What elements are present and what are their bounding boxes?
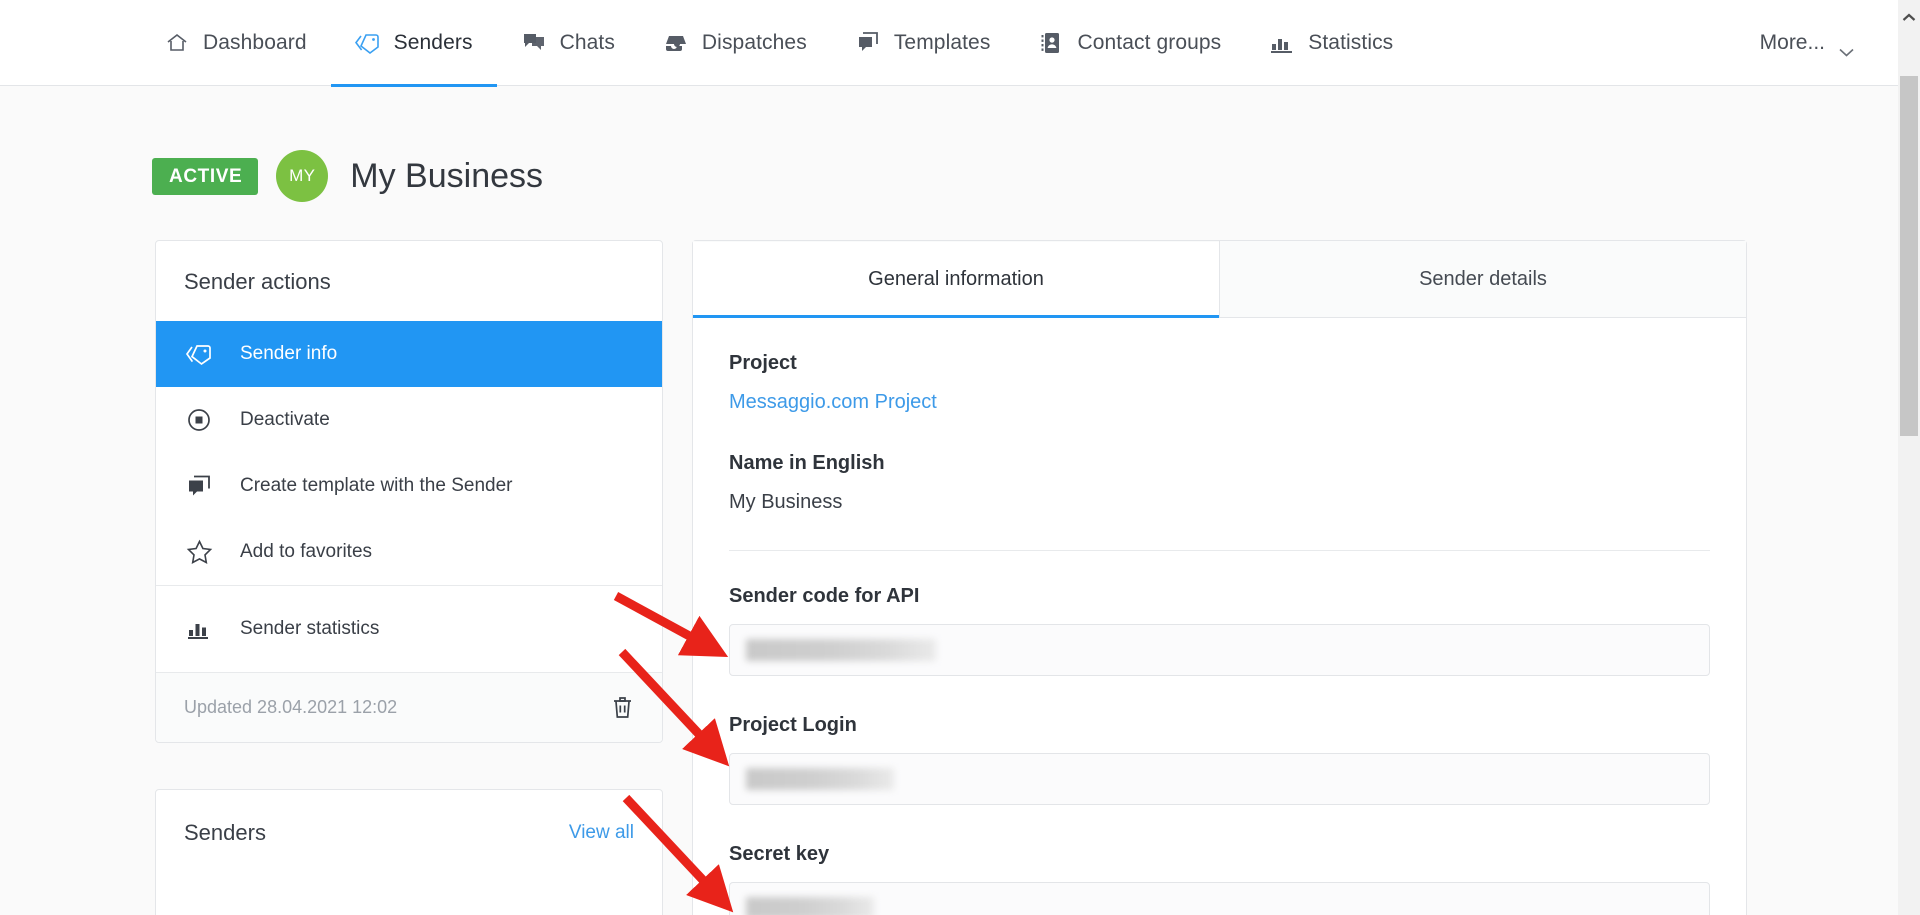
sender-code-for-api-input[interactable] [729, 624, 1710, 676]
sidebar-item-label: Deactivate [240, 409, 330, 430]
contacts-icon [1038, 30, 1064, 56]
avatar: MY [276, 150, 329, 202]
nav-label: Templates [893, 30, 991, 54]
right-column: General information Sender details Proje… [692, 240, 1747, 915]
updated-bar: Updated 28.04.2021 12:02 [156, 672, 662, 742]
sender-details-panel: General information Sender details Proje… [692, 240, 1747, 915]
nav-item-statistics[interactable]: Statistics [1245, 1, 1417, 87]
redacted-value [746, 639, 936, 661]
nav-label: Chats [559, 30, 615, 54]
sidebar-item-label: Add to favorites [240, 541, 373, 562]
nav-label: Contact groups [1077, 30, 1222, 54]
nav-item-senders[interactable]: Senders [330, 1, 497, 87]
nav-label: Senders [393, 30, 473, 54]
senders-card: Senders View all [155, 789, 663, 915]
field-label-project: Project [729, 352, 797, 374]
sidebar-item-create-template[interactable]: Create template with the Sender [156, 453, 662, 519]
tab-label: Sender details [1419, 268, 1547, 290]
nav-label: Dispatches [701, 30, 807, 54]
field-value-project[interactable]: Messaggio.com Project [729, 391, 1710, 414]
general-information-body: Project Messaggio.com Project Name in En… [693, 318, 1746, 915]
star-icon [184, 539, 214, 565]
senders-card-body [156, 846, 662, 915]
stop-circle-icon [184, 407, 214, 433]
template-icon [184, 474, 214, 499]
redacted-value [746, 768, 894, 790]
sidebar-item-label: Sender statistics [240, 618, 380, 639]
nav-item-dashboard[interactable]: Dashboard [140, 1, 331, 87]
redacted-value [746, 897, 874, 915]
chevron-down-icon [1839, 39, 1854, 57]
nav-item-templates[interactable]: Templates [831, 1, 1015, 87]
nav-item-contact-groups[interactable]: Contact groups [1014, 1, 1245, 87]
secret-key-input[interactable] [729, 882, 1710, 915]
chevron-up-icon[interactable] [1898, 0, 1920, 34]
trash-icon[interactable] [611, 695, 634, 720]
sidebar-item-deactivate[interactable]: Deactivate [156, 387, 662, 453]
field-label-sender-code-for-api: Sender code for API [729, 585, 920, 607]
left-column: Sender actions Sender info Deactivate Cr… [155, 240, 663, 915]
sidebar-item-sender-info[interactable]: Sender info [156, 321, 662, 387]
view-all-link[interactable]: View all [569, 822, 634, 844]
bar-chart-icon [184, 617, 214, 641]
section-divider [729, 550, 1710, 551]
senders-card-title: Senders [184, 820, 266, 845]
scrollbar-thumb[interactable] [1900, 76, 1918, 436]
status-badge: ACTIVE [152, 157, 259, 195]
tab-general-information[interactable]: General information [693, 242, 1219, 318]
bar-chart-icon [1269, 30, 1295, 56]
nav-more-label: More... [1759, 31, 1825, 54]
tab-label: General information [868, 268, 1044, 290]
sender-actions-card: Sender actions Sender info Deactivate Cr… [155, 240, 663, 743]
page-title: My Business [350, 156, 544, 195]
sender-actions-title: Sender actions [184, 269, 331, 294]
scrollbar-track[interactable] [1898, 436, 1920, 915]
nav-label: Dashboard [203, 30, 307, 54]
sidebar-item-label: Sender info [240, 343, 338, 364]
updated-text: Updated 28.04.2021 12:02 [184, 697, 398, 717]
project-login-input[interactable] [729, 753, 1710, 805]
top-navigation: Dashboard Senders Chats Dispatches Templ… [0, 0, 1898, 87]
app-viewport: Dashboard Senders Chats Dispatches Templ… [0, 0, 1920, 915]
chat-icon [521, 30, 547, 56]
tab-sender-details[interactable]: Sender details [1220, 242, 1746, 318]
sidebar-item-add-to-favorites[interactable]: Add to favorites [156, 519, 662, 585]
field-label-project-login: Project Login [729, 714, 857, 736]
field-label-secret-key: Secret key [729, 843, 830, 865]
tag-icon [184, 342, 214, 367]
field-value-name-in-english: My Business [729, 491, 843, 513]
nav-item-chats[interactable]: Chats [497, 1, 639, 87]
tag-icon [354, 30, 381, 56]
senders-card-header: Senders View all [156, 790, 662, 846]
page-header: ACTIVE MY My Business [152, 150, 543, 202]
page-scrollbar[interactable] [1898, 0, 1920, 915]
panel-tabs: General information Sender details [693, 241, 1746, 318]
nav-label: Statistics [1308, 30, 1394, 54]
nav-items: Dashboard Senders Chats Dispatches Templ… [140, 0, 1417, 87]
sidebar-item-label: Create template with the Sender [240, 475, 513, 496]
sidebar-item-sender-statistics[interactable]: Sender statistics [156, 586, 662, 672]
template-icon [855, 30, 881, 56]
home-icon [164, 30, 190, 56]
nav-more-menu[interactable]: More... [1736, 0, 1898, 86]
nav-item-dispatches[interactable]: Dispatches [639, 1, 831, 87]
inbox-icon [663, 30, 689, 56]
field-label-name-in-english: Name in English [729, 452, 885, 474]
